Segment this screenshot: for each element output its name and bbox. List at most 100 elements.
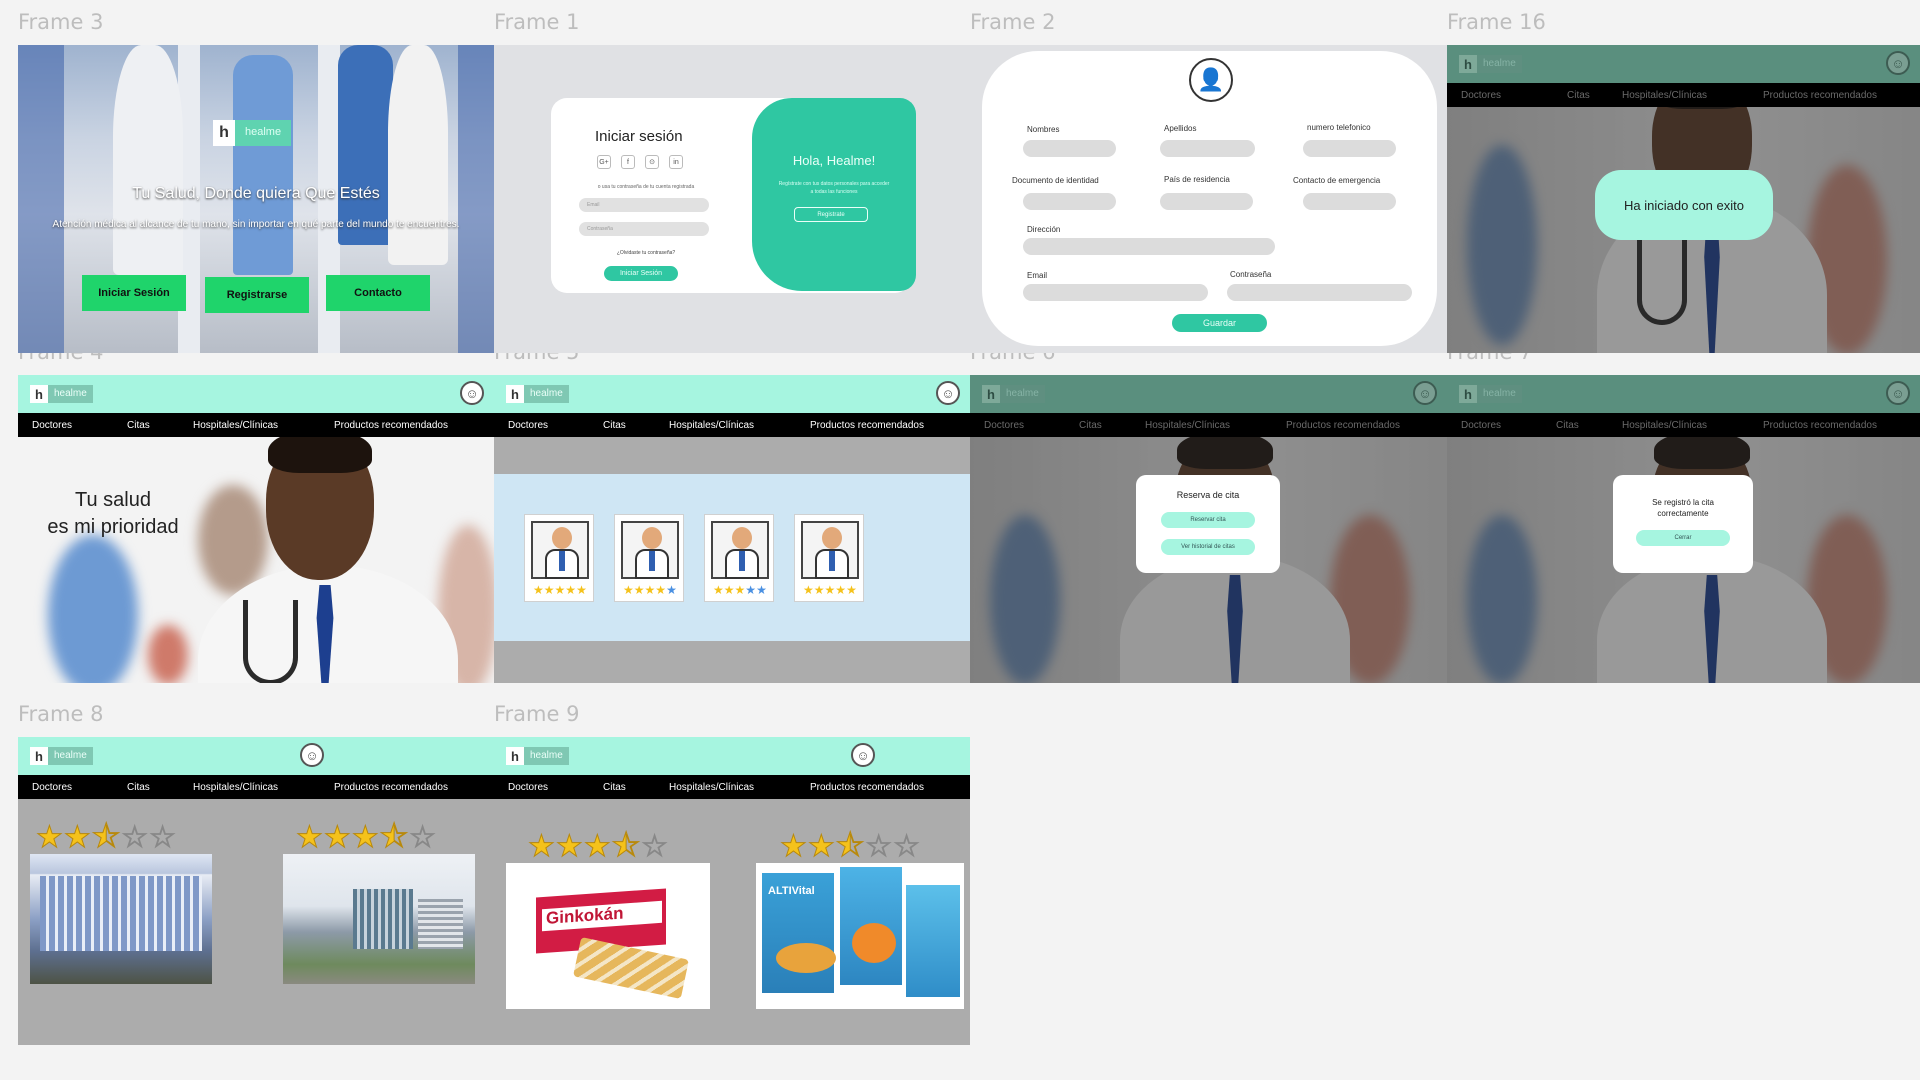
nav-citas[interactable]: Citas [127,782,150,793]
nav-doctores[interactable]: Doctores [32,782,72,793]
hospital-image[interactable] [30,854,212,984]
doctor-avatar [531,521,589,579]
input-pais[interactable] [1160,193,1253,210]
input-documento[interactable] [1023,193,1116,210]
nav-citas[interactable]: Citas [1079,420,1102,431]
nav-citas[interactable]: Citas [1567,90,1590,101]
nav-hospitales[interactable]: Hospitales/Clínicas [1145,420,1230,431]
input-contrasena[interactable] [1227,284,1412,301]
save-button[interactable]: Guardar [1172,314,1267,332]
doctor-card[interactable]: ★★★★★ [524,514,594,602]
nav-hospitales[interactable]: Hospitales/Clínicas [193,782,278,793]
nav-doctores[interactable]: Doctores [984,420,1024,431]
main-nav: Doctores Citas Hospitales/Clínicas Produ… [18,413,494,437]
product-image-ginkokan[interactable]: Ginkokán [506,863,710,1009]
main-nav: Doctores Citas Hospitales/Clínicas Produ… [1447,83,1920,107]
logo[interactable]: h healme [506,745,569,767]
frame-hospitals: h healme ☺ Doctores Citas Hospitales/Clín… [18,737,494,1045]
input-nombres[interactable] [1023,140,1116,157]
email-input[interactable]: Email [579,198,709,212]
logo[interactable]: h healme [982,383,1045,405]
nav-citas[interactable]: Citas [1556,420,1579,431]
reserve-button[interactable]: Reservar cita [1161,512,1255,528]
star-icon: ☆ [641,830,670,864]
welcome-title: Hola, Healme! [792,153,876,168]
doctor-card[interactable]: ★★★★★ [794,514,864,602]
star-icon: ★ [623,583,634,597]
logo[interactable]: h healme [506,383,569,405]
login-hint: o usa tu contraseña de tu cuenta registr… [597,184,695,190]
nav-doctores[interactable]: Doctores [32,420,72,431]
contact-button[interactable]: Contacto [326,275,430,311]
star-icon: ★ [835,583,847,597]
nav-doctores[interactable]: Doctores [508,782,548,793]
star-icon: ⯪ [611,830,642,864]
nav-productos[interactable]: Productos recomendados [810,782,924,793]
user-icon[interactable]: ☺ [936,381,960,405]
nav-citas[interactable]: Citas [603,420,626,431]
frame-products: h healme ☺ Doctores Citas Hospitales/Clín… [494,737,970,1045]
input-email[interactable] [1023,284,1208,301]
doctor-card[interactable]: ★★★★★ [614,514,684,602]
linkedin-icon[interactable]: in [669,155,683,169]
google-icon[interactable]: G+ [597,155,611,169]
nav-citas[interactable]: Citas [127,420,150,431]
star-icon: ★ [666,583,677,597]
login-submit-button[interactable]: Iniciar Sesión [604,266,678,281]
user-icon[interactable]: ☺ [851,743,875,767]
user-icon[interactable]: ☺ [1886,51,1910,75]
star-icon: ★ [780,830,808,864]
doctor-card[interactable]: ★★★★★ [704,514,774,602]
nav-productos[interactable]: Productos recomendados [334,420,448,431]
nav-doctores[interactable]: Doctores [508,420,548,431]
label-contacto: Contacto de emergencia [1293,176,1381,185]
user-icon[interactable]: ☺ [1413,381,1437,405]
nav-productos[interactable]: Productos recomendados [334,782,448,793]
label-telefono: numero telefonico [1307,123,1371,132]
nav-hospitales[interactable]: Hospitales/Clínicas [669,420,754,431]
history-button[interactable]: Ver historial de citas [1161,539,1255,555]
nav-doctores[interactable]: Doctores [1461,420,1501,431]
input-direccion[interactable] [1023,238,1275,255]
nav-productos[interactable]: Productos recomendados [1286,420,1400,431]
label-documento: Documento de identidad [1012,176,1099,185]
nav-hospitales[interactable]: Hospitales/Clínicas [669,782,754,793]
logo[interactable]: h healme [30,383,93,405]
nav-doctores[interactable]: Doctores [1461,90,1501,101]
go-register-button[interactable]: Registrate [794,207,868,222]
app-header: h healme ☺ [494,737,970,775]
nav-productos[interactable]: Productos recomendados [1763,420,1877,431]
doctor-rating: ★★★★★ [713,583,767,597]
star-icon: ★ [633,583,645,597]
input-contacto[interactable] [1303,193,1396,210]
user-icon[interactable]: ☺ [460,381,484,405]
nav-productos[interactable]: Productos recomendados [1763,90,1877,101]
input-apellidos[interactable] [1160,140,1255,157]
password-input[interactable]: Contraseña [579,222,709,236]
facebook-icon[interactable]: f [621,155,635,169]
user-icon[interactable]: ☺ [300,743,324,767]
logo[interactable]: h healme [30,745,93,767]
nav-productos[interactable]: Productos recomendados [810,420,924,431]
frame-login: Iniciar sesión G+ f ⊙ in o usa tu contra… [494,45,970,353]
register-button[interactable]: Registrarse [205,277,309,313]
forgot-password-link[interactable]: ¿Olvidaste tu contraseña? [581,250,711,256]
github-icon[interactable]: ⊙ [645,155,659,169]
login-title: Iniciar sesión [595,128,683,145]
frame-label: Frame 3 [18,10,104,34]
star-icon: ★ [323,821,352,855]
user-icon[interactable]: ☺ [1886,381,1910,405]
login-button[interactable]: Iniciar Sesión [82,275,186,311]
close-button[interactable]: Cerrar [1636,530,1730,546]
hospital-image[interactable] [283,854,475,984]
nav-citas[interactable]: Citas [603,782,626,793]
nav-hospitales[interactable]: Hospitales/Clínicas [1622,90,1707,101]
label-nombres: Nombres [1027,125,1060,134]
nav-hospitales[interactable]: Hospitales/Clínicas [193,420,278,431]
frame-register: 👤 Nombres Apellidos numero telefonico Do… [970,45,1447,353]
logo[interactable]: h healme [1459,383,1522,405]
nav-hospitales[interactable]: Hospitales/Clínicas [1622,420,1707,431]
product-image-altivital[interactable]: ALTIVital [756,863,964,1009]
input-telefono[interactable] [1303,140,1396,157]
logo[interactable]: h healme [1459,53,1522,75]
